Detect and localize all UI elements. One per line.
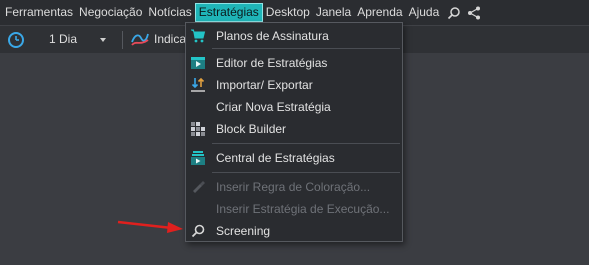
menu-item-label: Block Builder (216, 122, 287, 136)
menu-item-label: Editor de Estratégias (216, 56, 328, 70)
menu-ajuda[interactable]: Ajuda (406, 3, 443, 22)
period-select[interactable]: 1 Dia (49, 32, 77, 46)
menu-negociacao[interactable]: Negociação (76, 3, 145, 22)
menu-estrategias[interactable]: Estratégias (194, 3, 263, 22)
menu-item-block-builder[interactable]: Block Builder (186, 118, 402, 140)
toolbar-divider (122, 31, 123, 49)
menu-item-inserir-estrategia-de-execucao: Inserir Estratégia de Execução... (186, 198, 402, 220)
menu-janela[interactable]: Janela (313, 3, 354, 22)
share-icon[interactable] (466, 4, 482, 22)
paint-icon (190, 179, 206, 195)
import-export-icon (190, 77, 206, 93)
clock-icon[interactable] (7, 31, 25, 49)
indicator-chart-icon[interactable] (130, 30, 150, 48)
menu-separator (212, 143, 400, 144)
menu-item-criar-nova-estrategia[interactable]: Criar Nova Estratégia (186, 96, 402, 118)
menu-item-importar-exportar[interactable]: Importar/ Exportar (186, 74, 402, 96)
menu-aprenda[interactable]: Aprenda (354, 3, 405, 22)
menu-item-label: Importar/ Exportar (216, 78, 313, 92)
estrategias-dropdown-menu: Planos de Assinatura Editor de Estratégi… (185, 22, 403, 242)
menu-item-central-de-estrategias[interactable]: Central de Estratégias (186, 147, 402, 169)
search-icon[interactable] (446, 4, 462, 22)
blocks-icon (190, 121, 206, 137)
menu-desktop[interactable]: Desktop (263, 3, 313, 22)
menu-item-inserir-regra-de-coloracao: Inserir Regra de Coloração... (186, 176, 402, 198)
menu-item-label: Screening (216, 224, 271, 238)
menu-separator (212, 48, 400, 49)
menu-item-label: Inserir Regra de Coloração... (216, 180, 371, 194)
menu-ferramentas[interactable]: Ferramentas (2, 3, 76, 22)
chevron-down-icon[interactable] (100, 38, 106, 42)
menu-item-editor-de-estrategias[interactable]: Editor de Estratégias (186, 52, 402, 74)
menu-item-label: Planos de Assinatura (216, 29, 329, 43)
menu-item-label: Central de Estratégias (216, 151, 335, 165)
red-arrow-annotation (117, 220, 183, 233)
menu-noticias[interactable]: Notícias (145, 3, 194, 22)
play-editor-icon (190, 55, 206, 71)
menu-item-screening[interactable]: Screening (186, 220, 402, 242)
menu-item-label: Inserir Estratégia de Execução... (216, 202, 390, 216)
menu-item-label: Criar Nova Estratégia (216, 100, 331, 114)
menu-item-planos-de-assinatura[interactable]: Planos de Assinatura (186, 25, 402, 47)
cart-icon (190, 28, 206, 44)
search-icon (190, 223, 206, 239)
strategy-center-icon (190, 150, 206, 166)
menu-separator (212, 172, 400, 173)
